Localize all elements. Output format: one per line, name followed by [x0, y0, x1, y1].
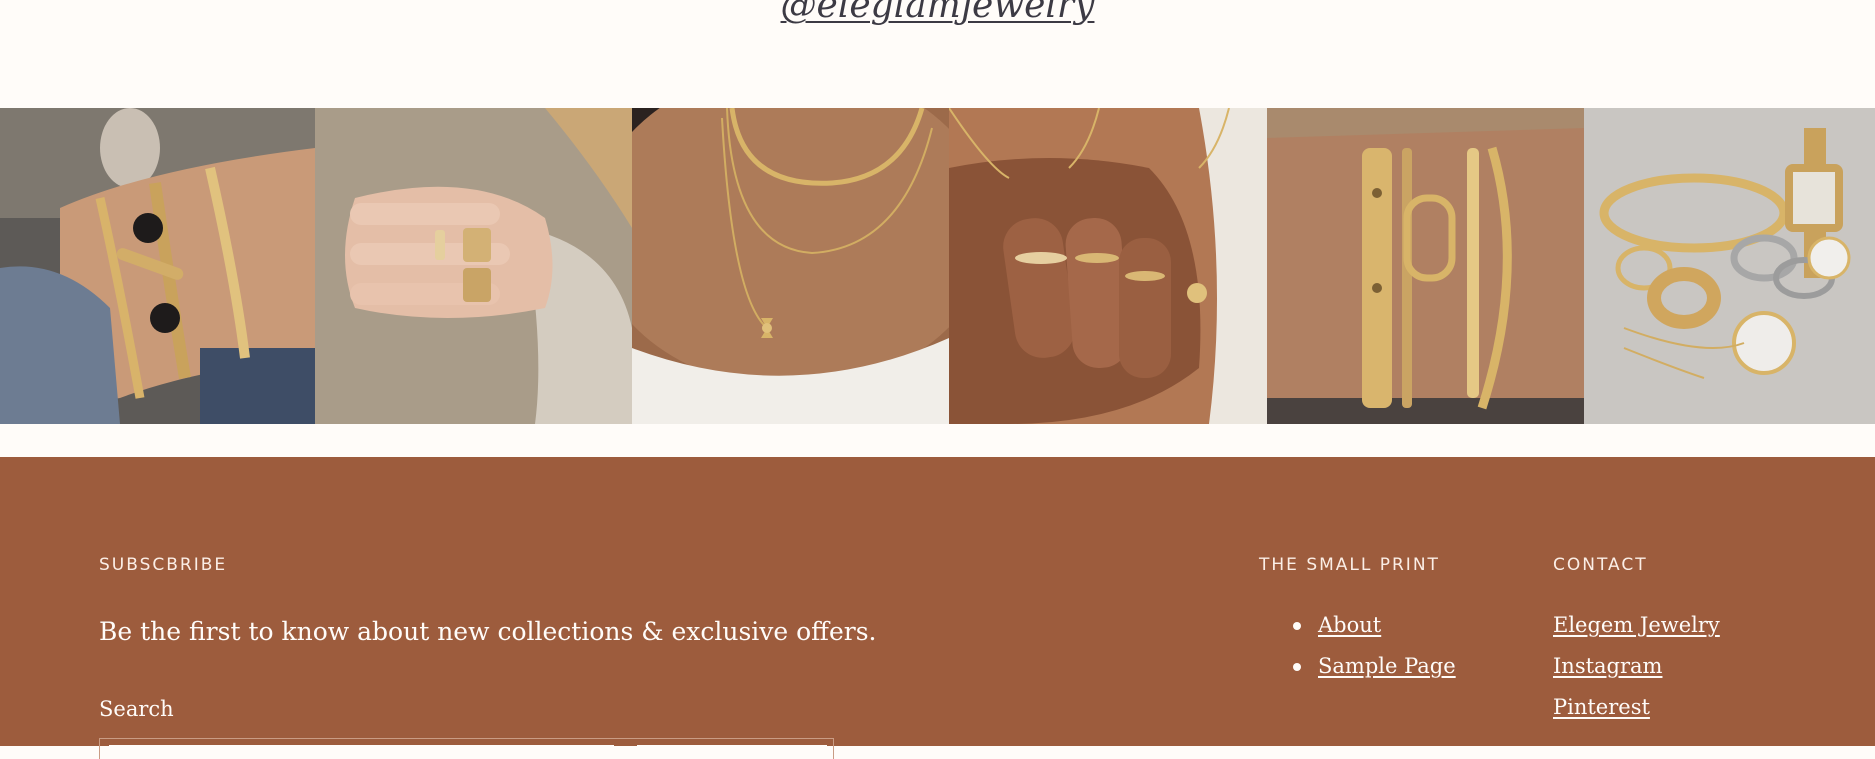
contact-links: Elegem Jewelry Instagram Pinterest [1553, 605, 1720, 728]
small-print-heading: THE SMALL PRINT [1259, 555, 1440, 575]
contact-item: Instagram [1553, 646, 1720, 687]
small-print-item-sample-page: Sample Page [1293, 646, 1456, 687]
pinterest-link[interactable]: Pinterest [1553, 695, 1650, 719]
necklaces-photo-image [632, 108, 949, 424]
gallery-photo-jewelry-flatlay[interactable] [1584, 108, 1875, 424]
search-label: Search [99, 697, 174, 721]
hand-rings-photo-image [949, 108, 1267, 424]
elegem-jewelry-link[interactable]: Elegem Jewelry [1553, 613, 1720, 637]
instagram-link[interactable]: Instagram [1553, 654, 1662, 678]
gallery-photo-rings-on-sweater[interactable] [315, 108, 632, 424]
flatlay-photo-image [1584, 108, 1875, 424]
contact-heading: CONTACT [1553, 555, 1648, 575]
site-footer: SUBSCBRIBE Be the first to know about ne… [0, 457, 1875, 759]
search-input[interactable] [109, 745, 614, 759]
small-print-links: About Sample Page [1293, 605, 1456, 687]
bullet-icon [1293, 622, 1301, 630]
subscribe-heading: SUBSCBRIBE [99, 555, 228, 575]
instagram-handle-link[interactable]: @eleglamjewelry [0, 0, 1875, 26]
rings-sweater-photo-image [315, 108, 632, 424]
instagram-gallery [0, 108, 1875, 424]
sample-page-link[interactable]: Sample Page [1318, 654, 1456, 678]
gallery-photo-layered-necklaces[interactable] [632, 108, 949, 424]
gallery-photo-stacked-bracelets-wrist[interactable] [0, 108, 315, 424]
bangles-photo-image [1267, 108, 1584, 424]
bullet-icon [1293, 663, 1301, 671]
about-link[interactable]: About [1318, 613, 1381, 637]
contact-item: Elegem Jewelry [1553, 605, 1720, 646]
small-print-item-about: About [1293, 605, 1456, 646]
bracelets-photo-image [0, 108, 315, 424]
search-form [99, 738, 834, 759]
contact-item: Pinterest [1553, 687, 1720, 728]
gallery-photo-hand-with-rings[interactable] [949, 108, 1267, 424]
subscribe-text: Be the first to know about new collectio… [99, 617, 877, 646]
search-button[interactable] [637, 745, 827, 759]
gallery-photo-gold-bangles-wrist[interactable] [1267, 108, 1584, 424]
instagram-handle-text: @eleglamjewelry [780, 0, 1095, 26]
